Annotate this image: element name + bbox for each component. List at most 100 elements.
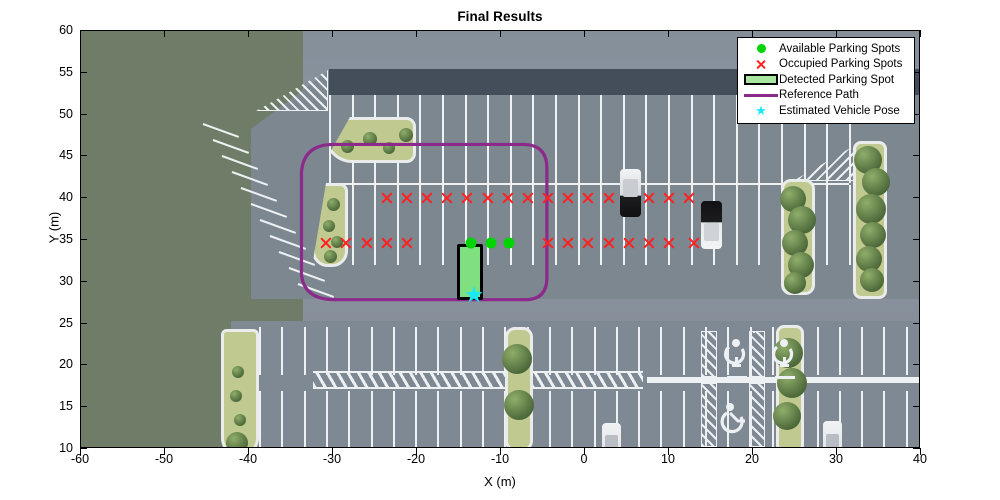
- stall-line: [615, 327, 618, 375]
- x-tick-mark: [416, 448, 417, 455]
- occupied-spot-marker: [602, 191, 616, 205]
- x-tick-mark: [248, 448, 249, 455]
- stall-line: [571, 391, 574, 447]
- y-tick-mark: [80, 113, 87, 115]
- y-tick-mark: [80, 239, 87, 240]
- stall-line: [555, 185, 557, 265]
- legend-item-label: Occupied Parking Spots: [779, 58, 903, 71]
- stall-line: [905, 327, 908, 375]
- stall-line: [325, 391, 328, 447]
- x-tick-mark: [332, 448, 333, 455]
- stall-line: [464, 95, 467, 183]
- occupied-spot-marker: [380, 236, 394, 250]
- y-axis-label: Y (m): [46, 211, 62, 244]
- stall-line: [303, 391, 306, 447]
- x-tick-mark: [248, 30, 249, 37]
- stall-stub-2: [727, 376, 747, 379]
- occupied-spot-marker: [541, 191, 555, 205]
- stall-line: [555, 95, 557, 183]
- stall-line: [883, 391, 886, 447]
- y-tick-mark: [80, 322, 87, 324]
- stall-line: [548, 391, 551, 447]
- stall-line: [816, 391, 819, 447]
- occupied-spot-marker: [642, 236, 656, 250]
- x-tick-mark: [332, 30, 333, 37]
- occupied-spot-marker: [602, 236, 616, 250]
- occupied-spot-marker: [400, 236, 414, 250]
- stall-line: [593, 391, 596, 447]
- y-tick-label: 15: [59, 399, 73, 414]
- x-tick-mark: [668, 448, 669, 455]
- x-tick-mark: [920, 30, 921, 37]
- y-tick-mark: [80, 71, 87, 73]
- hatch-access-2: [701, 331, 717, 377]
- stall-line: [419, 95, 422, 183]
- stall-line: [370, 327, 373, 375]
- vehicle-lower-2: [823, 421, 842, 447]
- row-divider-line: [329, 183, 849, 185]
- island-upper-right: [780, 179, 816, 295]
- occupied-spot-marker: [662, 191, 676, 205]
- island-lower-left: [221, 329, 259, 447]
- stall-line: [735, 185, 738, 265]
- occupied-spot-marker: [360, 236, 374, 250]
- y-tick-mark: [913, 197, 920, 199]
- green-rectangle-patch: [743, 74, 779, 86]
- y-tick-mark: [913, 406, 920, 408]
- stall-line: [668, 95, 670, 183]
- stall-line: [905, 391, 908, 447]
- y-tick-mark: [80, 448, 87, 449]
- occupied-spot-marker: [440, 191, 454, 205]
- occupied-spot-marker: [420, 191, 434, 205]
- legend-item-label: Estimated Vehicle Pose: [779, 104, 900, 117]
- stall-line: [281, 391, 284, 447]
- vehicle-upper-1: [620, 169, 641, 217]
- stall-line: [487, 95, 490, 183]
- page-title: Final Results: [457, 9, 543, 24]
- hatch-access-4: [701, 383, 717, 447]
- stall-line: [593, 327, 596, 375]
- y-tick-mark: [913, 364, 920, 366]
- legend-item-2: Detected Parking Spot: [743, 72, 909, 88]
- occupied-spot-marker: [339, 236, 353, 250]
- x-tick-mark: [500, 30, 501, 37]
- y-tick-label: 20: [59, 357, 73, 372]
- stall-line: [392, 327, 395, 375]
- stall-line: [638, 327, 641, 375]
- x-tick-mark: [500, 448, 501, 455]
- occupied-spot-marker: [561, 236, 575, 250]
- estimated-vehicle-pose-marker: ★: [464, 282, 484, 307]
- y-tick-mark: [913, 30, 920, 31]
- stall-line: [303, 327, 306, 375]
- x-tick-mark: [836, 30, 837, 37]
- occupied-spot-marker: [521, 191, 535, 205]
- stall-line: [600, 95, 603, 183]
- stall-line: [645, 95, 648, 183]
- y-tick-mark: [80, 197, 87, 199]
- occupied-spot-marker: [481, 191, 495, 205]
- x-tick-mark: [836, 448, 837, 455]
- stall-line: [883, 327, 886, 375]
- stall-line: [758, 185, 761, 265]
- y-tick-mark: [913, 155, 920, 157]
- legend-item-1: Occupied Parking Spots: [743, 57, 909, 73]
- occupied-spot-marker: [581, 236, 595, 250]
- x-axis-label: X (m): [484, 474, 516, 489]
- vehicle-upper-2: [701, 201, 722, 249]
- median-right: [853, 141, 890, 299]
- legend-item-label: Available Parking Spots: [779, 42, 901, 55]
- stall-line: [826, 185, 829, 265]
- stall-line: [259, 327, 261, 375]
- occupied-spot-marker: [581, 191, 595, 205]
- occupied-spot-marker: [400, 191, 414, 205]
- x-tick-mark: [668, 30, 669, 37]
- x-tick-mark: [164, 448, 165, 455]
- stall-line: [396, 185, 399, 265]
- stall-line: [259, 391, 261, 447]
- y-tick-mark: [80, 30, 87, 31]
- stall-line: [348, 391, 351, 447]
- legend-item-label: Detected Parking Spot: [779, 73, 895, 86]
- stall-line: [351, 185, 354, 265]
- stall-line: [325, 327, 328, 375]
- occupied-spot-marker: [622, 236, 636, 250]
